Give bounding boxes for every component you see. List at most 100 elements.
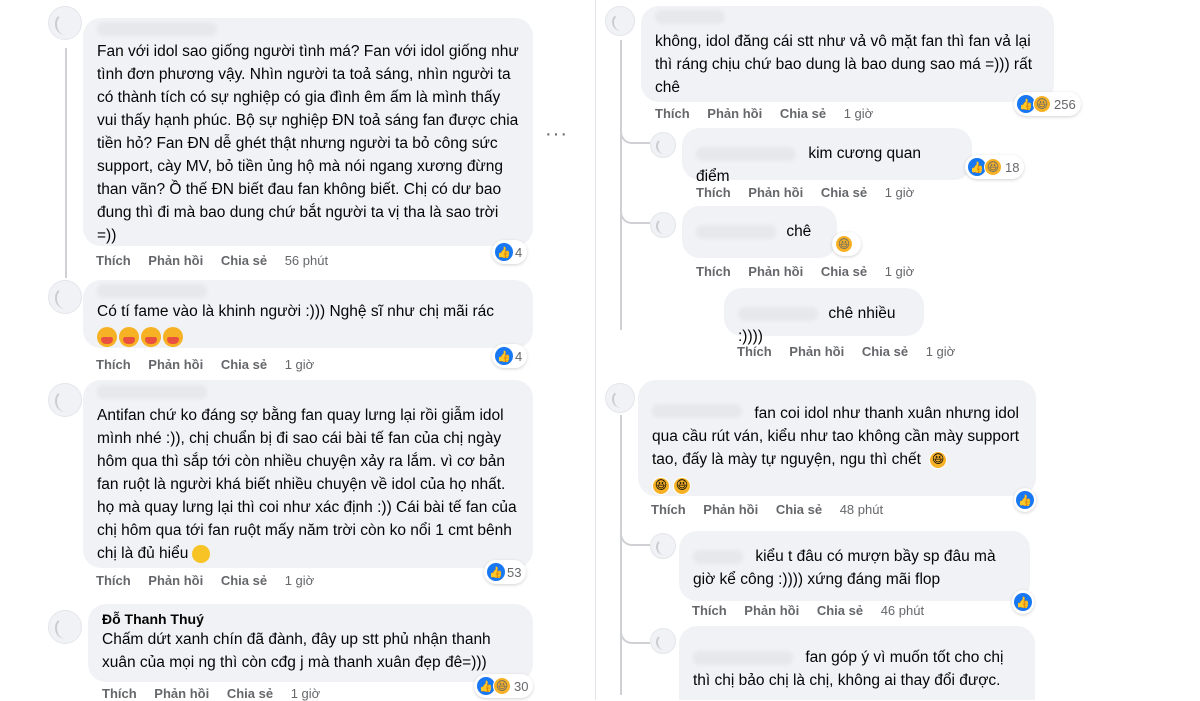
- avatar[interactable]: [650, 212, 676, 238]
- timestamp[interactable]: 1 giờ: [885, 264, 915, 279]
- haha-reaction-icon: 😆: [1033, 95, 1051, 113]
- hug-emoji-icon: [163, 326, 183, 347]
- reply-connector: [620, 210, 650, 224]
- like-button[interactable]: Thích: [696, 185, 731, 200]
- like-button[interactable]: Thích: [655, 106, 690, 121]
- reply-button[interactable]: Phản hồi: [148, 253, 203, 268]
- reaction-badge[interactable]: 😆: [832, 232, 861, 256]
- reaction-badge[interactable]: 👍 😆 18: [965, 155, 1025, 179]
- reaction-count: 4: [515, 348, 523, 364]
- timestamp[interactable]: 56 phút: [285, 253, 328, 268]
- thread-line: [620, 415, 622, 695]
- reaction-badge[interactable]: 👍: [1014, 488, 1036, 512]
- timestamp[interactable]: 46 phút: [881, 603, 924, 618]
- reply-button[interactable]: Phản hồi: [707, 106, 762, 121]
- comment-actions: Thích Phản hồi Chia sẻ 1 giờ: [737, 344, 969, 359]
- reply-button[interactable]: Phản hồi: [744, 603, 799, 618]
- reply-button[interactable]: Phản hồi: [154, 686, 209, 701]
- share-button[interactable]: Chia sẻ: [821, 185, 867, 200]
- timestamp[interactable]: 48 phút: [840, 502, 883, 517]
- like-button[interactable]: Thích: [96, 573, 131, 588]
- comment-text: không, idol đăng cái stt như vả vô mặt f…: [655, 33, 1033, 96]
- reaction-badge[interactable]: 👍 53: [484, 560, 527, 584]
- reply-button[interactable]: Phản hồi: [789, 344, 844, 359]
- more-options-icon[interactable]: ···: [545, 123, 568, 146]
- share-button[interactable]: Chia sẻ: [821, 264, 867, 279]
- timestamp[interactable]: 1 giờ: [926, 344, 956, 359]
- avatar[interactable]: [650, 533, 676, 559]
- timestamp[interactable]: 1 giờ: [885, 185, 915, 200]
- like-button[interactable]: Thích: [102, 686, 137, 701]
- timestamp[interactable]: 1 giờ: [285, 573, 315, 588]
- reaction-badge[interactable]: 👍: [1012, 590, 1034, 614]
- comment-author[interactable]: Đỗ Thanh Thuý: [102, 610, 519, 628]
- reply-button[interactable]: Phản hồi: [748, 185, 803, 200]
- comment-text: Có tí fame vào là khinh người :))) Nghệ …: [97, 303, 495, 320]
- like-button[interactable]: Thích: [692, 603, 727, 618]
- reaction-count: 4: [515, 244, 523, 260]
- timestamp[interactable]: 1 giờ: [291, 686, 321, 701]
- reply-button[interactable]: Phản hồi: [703, 502, 758, 517]
- thread-line: [65, 48, 67, 278]
- reply-button[interactable]: Phản hồi: [748, 264, 803, 279]
- like-button[interactable]: Thích: [651, 502, 686, 517]
- haha-emoji-icon: 😆: [929, 450, 948, 469]
- comment-bubble: fan góp ý vì muốn tốt cho chị thì chị bả…: [679, 626, 1035, 700]
- reply-button[interactable]: Phản hồi: [148, 573, 203, 588]
- reaction-badge[interactable]: 👍 😆 256: [1014, 92, 1081, 116]
- comment-actions: Thích Phản hồi Chia sẻ 56 phút: [96, 253, 342, 268]
- like-button[interactable]: Thích: [96, 357, 131, 372]
- reply-connector: [620, 628, 650, 644]
- reaction-badge[interactable]: 👍 😆 30: [474, 674, 534, 698]
- reaction-badge[interactable]: 👍 4: [492, 240, 528, 264]
- redacted-author-name: [652, 404, 742, 418]
- redacted-author-name: [738, 306, 818, 321]
- share-button[interactable]: Chia sẻ: [817, 603, 863, 618]
- like-button[interactable]: Thích: [696, 264, 731, 279]
- redacted-author-name: [655, 10, 725, 24]
- timestamp[interactable]: 1 giờ: [285, 357, 315, 372]
- share-button[interactable]: Chia sẻ: [221, 573, 267, 588]
- comment-bubble: fan coi idol như thanh xuân nhưng idol q…: [638, 380, 1036, 496]
- avatar[interactable]: [605, 6, 635, 36]
- thread-line: [620, 40, 622, 330]
- comment-bubble: chê: [682, 206, 837, 258]
- comment-bubble: Có tí fame vào là khinh người :))) Nghệ …: [83, 280, 533, 348]
- haha-emoji-icon: 😆: [652, 476, 670, 495]
- share-button[interactable]: Chia sẻ: [776, 502, 822, 517]
- redacted-author-name: [693, 549, 743, 564]
- share-button[interactable]: Chia sẻ: [780, 106, 826, 121]
- hug-emoji-icon: [119, 326, 139, 347]
- reply-button[interactable]: Phản hồi: [148, 357, 203, 372]
- like-button[interactable]: Thích: [96, 253, 131, 268]
- avatar[interactable]: [650, 628, 676, 654]
- comment-actions: Thích Phản hồi Chia sẻ 1 giờ: [96, 573, 328, 588]
- redacted-author-name: [97, 284, 207, 298]
- comment-text: chê: [786, 223, 812, 240]
- avatar[interactable]: [48, 280, 82, 314]
- share-button[interactable]: Chia sẻ: [862, 344, 908, 359]
- comment-bubble: chê nhiều :)))): [724, 288, 924, 345]
- timestamp[interactable]: 1 giờ: [844, 106, 874, 121]
- like-button[interactable]: Thích: [737, 344, 772, 359]
- comment-text: Fan với idol sao giống người tình má? Fa…: [97, 43, 519, 244]
- reaction-badge[interactable]: 👍 4: [492, 344, 528, 368]
- share-button[interactable]: Chia sẻ: [221, 357, 267, 372]
- haha-reaction-icon: 😆: [835, 235, 853, 253]
- haha-emoji-icon: 😆: [673, 476, 691, 495]
- reaction-count: 30: [514, 678, 529, 694]
- avatar[interactable]: [48, 383, 82, 417]
- redacted-author-name: [696, 224, 776, 239]
- avatar[interactable]: [605, 383, 635, 413]
- emoji-row: 😆 😆: [652, 473, 1022, 496]
- avatar[interactable]: [48, 610, 82, 644]
- avatar[interactable]: [48, 6, 82, 40]
- like-reaction-icon: 👍: [495, 347, 513, 365]
- like-reaction-icon: 👍: [1016, 491, 1034, 509]
- share-button[interactable]: Chia sẻ: [227, 686, 273, 701]
- hug-emoji-icon: [97, 326, 117, 347]
- share-button[interactable]: Chia sẻ: [221, 253, 267, 268]
- avatar[interactable]: [650, 132, 676, 158]
- right-comment-column: không, idol đăng cái stt như vả vô mặt f…: [600, 0, 1200, 700]
- redacted-author-name: [97, 22, 217, 36]
